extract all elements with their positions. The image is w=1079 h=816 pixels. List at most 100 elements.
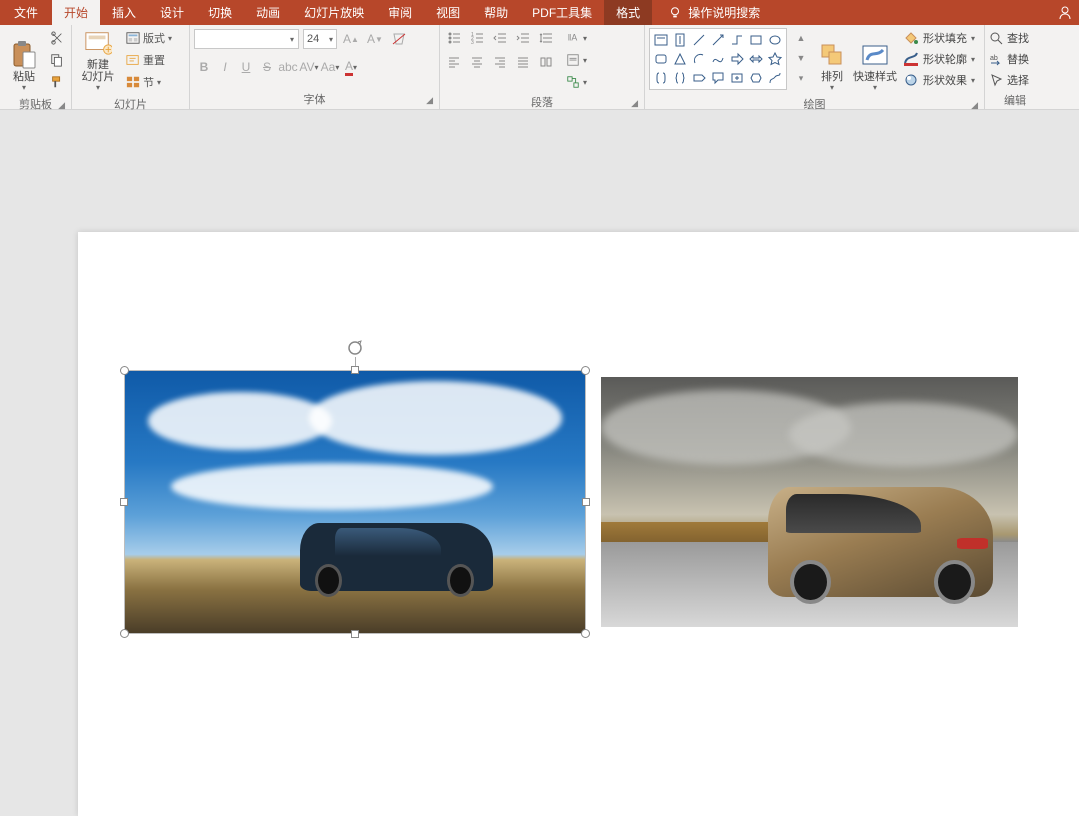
new-slide-button[interactable]: 新建 幻灯片 ▾ (76, 28, 120, 94)
resize-handle[interactable] (581, 629, 590, 638)
reset-button[interactable]: 重置 (123, 50, 175, 70)
font-size-combo[interactable]: 24▾ (303, 29, 337, 49)
share-icon[interactable] (1057, 0, 1079, 25)
grow-font-button[interactable]: A▲ (341, 29, 361, 49)
shapes-gallery[interactable] (649, 28, 787, 90)
layout-button[interactable]: 版式▾ (123, 28, 175, 48)
copy-button[interactable] (47, 50, 67, 70)
change-case-button[interactable]: Aa▾ (320, 57, 340, 77)
line-spacing-button[interactable] (536, 28, 556, 48)
tab-design[interactable]: 设计 (148, 0, 196, 25)
quick-styles-button[interactable]: 快速样式 ▾ (853, 28, 897, 94)
underline-button[interactable]: U (236, 57, 256, 77)
shape-star-icon[interactable] (766, 50, 784, 68)
shape-vtextbox-icon[interactable] (671, 31, 689, 49)
reset-icon (126, 53, 140, 67)
launcher-icon[interactable]: ◢ (631, 98, 638, 109)
shape-oval-icon[interactable] (766, 31, 784, 49)
shape-bracket-icon[interactable] (652, 69, 670, 87)
shape-triangle-icon[interactable] (671, 50, 689, 68)
gallery-more-icon[interactable]: ▾ (791, 68, 811, 88)
justify-button[interactable] (513, 52, 533, 72)
columns-button[interactable] (536, 52, 556, 72)
resize-handle[interactable] (582, 498, 590, 506)
numbering-button[interactable]: 123 (467, 28, 487, 48)
align-center-icon (470, 55, 484, 69)
resize-handle[interactable] (120, 629, 129, 638)
resize-handle[interactable] (351, 366, 359, 374)
resize-handle[interactable] (120, 498, 128, 506)
align-text-button[interactable]: ▾ (563, 50, 590, 70)
shape-doublearrow-icon[interactable] (747, 50, 765, 68)
format-painter-button[interactable] (47, 72, 67, 92)
shape-line-icon[interactable] (690, 31, 708, 49)
align-center-button[interactable] (467, 52, 487, 72)
tell-me-search[interactable]: 操作说明搜索 (658, 0, 770, 25)
tab-home[interactable]: 开始 (52, 0, 100, 25)
shape-effects-button[interactable]: 形状效果▾ (903, 70, 975, 90)
find-button[interactable]: 查找 (989, 28, 1029, 48)
strike-button[interactable]: S (257, 57, 277, 77)
font-name-combo[interactable]: ▾ (194, 29, 299, 49)
increase-indent-button[interactable] (513, 28, 533, 48)
spacing-button[interactable]: AV▾ (299, 57, 319, 77)
shape-connector-icon[interactable] (728, 31, 746, 49)
shape-textbox-icon[interactable] (652, 31, 670, 49)
tab-animation[interactable]: 动画 (244, 0, 292, 25)
align-right-button[interactable] (490, 52, 510, 72)
bold-button[interactable]: B (194, 57, 214, 77)
shape-brace-icon[interactable] (671, 69, 689, 87)
shadow-button[interactable]: abc (278, 57, 298, 77)
resize-handle[interactable] (581, 366, 590, 375)
shape-freeform-icon[interactable] (766, 69, 784, 87)
tab-pdf[interactable]: PDF工具集 (520, 0, 604, 25)
launcher-icon[interactable]: ◢ (426, 95, 433, 106)
section-button[interactable]: 节▾ (123, 72, 175, 92)
tab-file[interactable]: 文件 (0, 0, 52, 25)
shape-rect-icon[interactable] (747, 31, 765, 49)
tab-transition[interactable]: 切换 (196, 0, 244, 25)
shape-arc-icon[interactable] (690, 50, 708, 68)
shape-blockarrow-icon[interactable] (728, 50, 746, 68)
smartart-button[interactable]: ▾ (563, 72, 590, 92)
launcher-icon[interactable]: ◢ (971, 100, 978, 111)
tab-view[interactable]: 视图 (424, 0, 472, 25)
cut-button[interactable] (47, 28, 67, 48)
shape-callout-icon[interactable] (709, 69, 727, 87)
picture-2[interactable] (601, 377, 1018, 627)
tab-help[interactable]: 帮助 (472, 0, 520, 25)
resize-handle[interactable] (120, 366, 129, 375)
decrease-indent-button[interactable] (490, 28, 510, 48)
gallery-down-icon[interactable]: ▼ (791, 48, 811, 68)
paste-button[interactable]: 粘贴 ▾ (4, 28, 44, 94)
replace-button[interactable]: ab替换 (989, 49, 1029, 69)
picture-1[interactable] (125, 371, 585, 633)
shape-roundrect-icon[interactable] (652, 50, 670, 68)
shape-fill-button[interactable]: 形状填充▾ (903, 28, 975, 48)
shape-hexagon-icon[interactable] (747, 69, 765, 87)
gallery-up-icon[interactable]: ▲ (791, 28, 811, 48)
italic-button[interactable]: I (215, 57, 235, 77)
select-button[interactable]: 选择 (989, 70, 1029, 90)
clear-format-button[interactable] (389, 29, 409, 49)
outdent-icon (493, 31, 507, 45)
slide-canvas[interactable] (78, 232, 1079, 816)
bullets-button[interactable] (444, 28, 464, 48)
tab-slideshow[interactable]: 幻灯片放映 (292, 0, 376, 25)
arrange-button[interactable]: 排列 ▾ (814, 28, 850, 94)
align-left-button[interactable] (444, 52, 464, 72)
shape-outline-button[interactable]: 形状轮廓▾ (903, 49, 975, 69)
shrink-font-button[interactable]: A▼ (365, 29, 385, 49)
font-color-button[interactable]: A▾ (341, 57, 361, 77)
text-direction-button[interactable]: ‖A▾ (563, 28, 590, 48)
launcher-icon[interactable]: ◢ (58, 100, 65, 111)
shape-pentagon-icon[interactable] (690, 69, 708, 87)
shape-arrow-icon[interactable] (709, 31, 727, 49)
shape-curve-icon[interactable] (709, 50, 727, 68)
resize-handle[interactable] (351, 630, 359, 638)
tab-insert[interactable]: 插入 (100, 0, 148, 25)
tab-review[interactable]: 审阅 (376, 0, 424, 25)
tab-format[interactable]: 格式 (604, 0, 652, 25)
rotate-handle[interactable] (346, 339, 364, 357)
shape-action-icon[interactable] (728, 69, 746, 87)
